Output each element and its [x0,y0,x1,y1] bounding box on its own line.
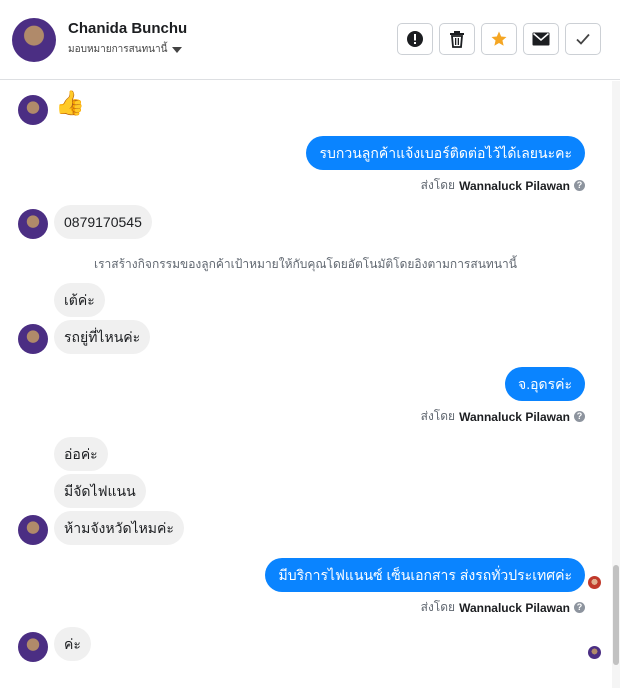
help-icon[interactable]: ? [574,180,585,191]
incoming-message[interactable]: 0879170545 [54,205,152,239]
sent-by-prefix: ส่งโดย [420,409,456,423]
system-note: เราสร้างกิจกรรมของลูกค้าเป้าหมายให้กับคุ… [94,257,517,271]
sent-by-label: ส่งโดย Wannaluck Pilawan ? [421,176,585,195]
contact-avatar-small [18,632,48,662]
thumbs-up-emoji: 👍 [55,90,85,117]
outgoing-message[interactable]: มีบริการไฟแนนซ์ เซ็นเอกสาร ส่งรถทั่วประเ… [265,558,585,592]
help-icon[interactable]: ? [574,411,585,422]
check-icon [576,33,590,45]
star-button[interactable] [481,23,517,55]
seen-avatar [588,576,601,589]
scrollbar-thumb[interactable] [613,565,619,665]
incoming-message[interactable]: รถยู่ที่ไหนค่ะ [54,320,151,354]
sent-by-label: ส่งโดย Wannaluck Pilawan ? [421,407,585,426]
outgoing-message[interactable]: รบกวนลูกค้าแจ้งเบอร์ติดต่อไว้ได้เลยนะคะ [306,136,585,170]
incoming-message[interactable]: มีจัดไฟแนน [54,474,146,508]
conversation-toolbar [397,23,601,55]
message-list: 👍 รบกวนลูกค้าแจ้งเบอร์ติดต่อไว้ได้เลยนะค… [0,81,612,688]
assign-conversation-dropdown[interactable]: มอบหมายการสนทนานี้ [68,42,183,57]
star-icon [491,31,507,46]
outgoing-message[interactable]: จ.อุดรค่ะ [505,367,585,401]
incoming-message[interactable]: ห้ามจังหวัดไหมค่ะ [54,511,184,545]
caret-down-icon [172,46,183,53]
contact-avatar-small [18,209,48,239]
mark-done-button[interactable] [565,23,601,55]
delete-button[interactable] [439,23,475,55]
incoming-message[interactable]: เต้ค่ะ [54,283,105,317]
incoming-message[interactable]: อ่อค่ะ [54,437,108,471]
sent-by-prefix: ส่งโดย [420,178,456,192]
contact-avatar[interactable] [12,18,56,62]
agent-name: Wannaluck Pilawan [459,409,570,424]
assign-label: มอบหมายการสนทนานี้ [68,44,168,55]
agent-name: Wannaluck Pilawan [459,178,570,193]
agent-name: Wannaluck Pilawan [459,600,570,615]
mark-spam-button[interactable] [397,23,433,55]
contact-avatar-small [18,515,48,545]
conversation-header: Chanida Bunchu มอบหมายการสนทนานี้ [0,0,620,80]
sent-by-label: ส่งโดย Wannaluck Pilawan ? [421,598,585,617]
contact-avatar-small [18,95,48,125]
sent-by-prefix: ส่งโดย [420,600,456,614]
incoming-message[interactable]: ค่ะ [54,627,91,661]
help-icon[interactable]: ? [574,602,585,613]
mail-icon [532,32,550,46]
seen-avatar [588,646,601,659]
contact-name[interactable]: Chanida Bunchu [68,20,187,37]
alert-icon [407,31,423,47]
mark-unread-button[interactable] [523,23,559,55]
contact-avatar-small [18,324,48,354]
trash-icon [450,31,464,48]
